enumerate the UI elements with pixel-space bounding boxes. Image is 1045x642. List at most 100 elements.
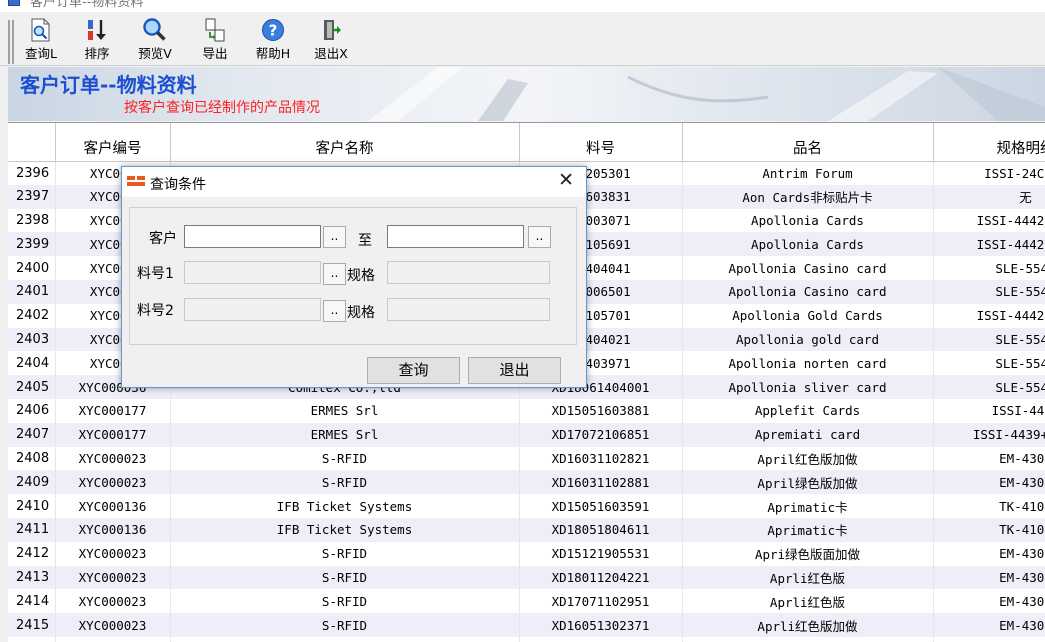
column-header[interactable]: 规格明细: [933, 123, 1045, 162]
table-cell: [170, 636, 520, 642]
part2-browse-button[interactable]: ..: [323, 300, 346, 322]
table-cell: Apollonia norten card: [682, 351, 934, 376]
export-button[interactable]: 导出: [190, 15, 240, 65]
table-cell: 2401: [8, 279, 56, 304]
close-icon[interactable]: ✕: [558, 170, 574, 190]
customer-from-input[interactable]: [184, 225, 321, 248]
spec2-input[interactable]: [387, 298, 550, 321]
table-cell: April绿色版加做: [682, 470, 934, 495]
table-cell: Apollonia Cards: [682, 208, 934, 233]
part1-input[interactable]: [184, 261, 321, 284]
window-title: 客户订单--物料资料: [30, 0, 144, 10]
toolbar: 查询L 排序 预览V 导出 ? 帮助H 退出X: [0, 12, 1045, 66]
table-cell: SLE-5542: [933, 351, 1045, 376]
table-cell: XYC000023: [55, 613, 171, 637]
spec1-label: 规格: [347, 268, 375, 284]
sort-icon: [88, 20, 106, 40]
table-cell: ISSI-4439+ISSI: [933, 422, 1045, 447]
table-cell: S-RFID: [170, 470, 520, 495]
table-row[interactable]: 2410 XYC000136 IFB Ticket Systems XD1505160…: [8, 494, 1045, 518]
table-cell: EM-4305: [933, 589, 1045, 614]
table-cell: 2406: [8, 398, 56, 423]
part2-label: 料号2: [137, 303, 174, 319]
table-cell: XD16031102821: [519, 446, 683, 471]
table-cell: Aon Cards非标贴片卡: [682, 184, 934, 209]
part1-label: 料号1: [137, 266, 174, 282]
table-row[interactable]: 2408 XYC000023 S-RFID XD16031102821 April红色版…: [8, 446, 1045, 471]
table-cell: XYC000136: [55, 517, 171, 542]
sort-button[interactable]: 排序: [72, 15, 122, 65]
part1-browse-button[interactable]: ..: [323, 263, 346, 285]
column-header[interactable]: 品名: [682, 123, 934, 162]
query-dialog: 查询条件 ✕ 客户 .. 至 .. 料号1 .. 规格 料号2 .. 规格 查询…: [121, 166, 587, 388]
customer-to-input[interactable]: [387, 225, 524, 248]
part2-input[interactable]: [184, 298, 321, 321]
header-row: 客户编号客户名称料号品名规格明细: [8, 123, 1045, 162]
dialog-exit-button[interactable]: 退出: [468, 357, 561, 384]
table-cell: 2404: [8, 351, 56, 376]
table-cell: Apremiati card: [682, 422, 934, 447]
customer-to-browse-button[interactable]: ..: [528, 226, 551, 248]
table-cell: EM-4305: [933, 565, 1045, 590]
table-cell: 2414: [8, 589, 56, 614]
table-row[interactable]: Aprli绿色版: [8, 636, 1045, 642]
table-cell: [55, 636, 171, 642]
table-cell: 2415: [8, 613, 56, 637]
table-cell: S-RFID: [170, 446, 520, 471]
table-cell: S-RFID: [170, 589, 520, 614]
table-cell: [933, 636, 1045, 642]
table-row[interactable]: 2414 XYC000023 S-RFID XD17071102951 Aprli红色版…: [8, 589, 1045, 614]
table-cell: 2411: [8, 517, 56, 542]
customer-from-browse-button[interactable]: ..: [323, 226, 346, 248]
table-row[interactable]: 2413 XYC000023 S-RFID XD18011204221 Aprli红色版…: [8, 565, 1045, 590]
toolbar-grip[interactable]: [8, 20, 14, 64]
table-cell: XYC000023: [55, 446, 171, 471]
table-cell: ISSI-4439: [933, 398, 1045, 423]
column-header[interactable]: 料号: [519, 123, 683, 162]
table-cell: 2398: [8, 208, 56, 233]
table-row[interactable]: 2411 XYC000136 IFB Ticket Systems XD1805180…: [8, 517, 1045, 542]
table-cell: Apollonia Casino card: [682, 279, 934, 304]
table-cell: XD16051302371: [519, 613, 683, 637]
table-cell: EM-4305: [933, 470, 1045, 495]
table-row[interactable]: 2415 XYC000023 S-RFID XD16051302371 Aprli红色版…: [8, 613, 1045, 637]
help-icon: ?: [262, 19, 284, 41]
dialog-titlebar[interactable]: 查询条件 ✕: [122, 167, 586, 197]
table-cell: Applefit Cards: [682, 398, 934, 423]
table-cell: EM-4305: [933, 446, 1045, 471]
table-cell: Aprli红色版: [682, 565, 934, 590]
table-cell: 2413: [8, 565, 56, 590]
table-cell: XD15051603591: [519, 494, 683, 518]
preview-button[interactable]: 预览V: [130, 15, 180, 65]
table-row[interactable]: 2409 XYC000023 S-RFID XD16031102881 April绿色版…: [8, 470, 1045, 495]
table-cell: EM-4305: [933, 613, 1045, 637]
table-cell: XYC000177: [55, 398, 171, 423]
table-cell: Apollonia sliver card: [682, 375, 934, 399]
column-header[interactable]: 客户编号: [55, 123, 171, 162]
to-label: 至: [358, 233, 372, 249]
table-cell: 2399: [8, 232, 56, 257]
query-button[interactable]: 查询L: [16, 15, 66, 65]
table-cell: Aprli红色版加做: [682, 613, 934, 637]
query-submit-button[interactable]: 查询: [367, 357, 460, 384]
column-header[interactable]: 客户名称: [170, 123, 520, 162]
exit-button[interactable]: 退出X: [306, 15, 356, 65]
table-cell: XD18011204221: [519, 565, 683, 590]
table-cell: TK-4100: [933, 517, 1045, 542]
app-icon: [8, 0, 20, 6]
table-cell: April红色版加做: [682, 446, 934, 471]
query-doc-icon: [31, 18, 50, 42]
spec2-label: 规格: [347, 305, 375, 321]
table-cell: 2407: [8, 422, 56, 447]
dialog-title: 查询条件: [150, 177, 206, 193]
table-row[interactable]: 2407 XYC000177 ERMES Srl XD17072106851 Aprem…: [8, 422, 1045, 447]
table-cell: XYC000023: [55, 470, 171, 495]
table-row[interactable]: 2406 XYC000177 ERMES Srl XD15051603881 Apple…: [8, 398, 1045, 423]
table-cell: [8, 636, 56, 642]
column-header[interactable]: [8, 123, 56, 162]
help-button[interactable]: ? 帮助H: [248, 15, 298, 65]
spec1-input[interactable]: [387, 261, 550, 284]
banner-title: 客户订单--物料资料: [20, 73, 197, 97]
table-cell: Aprimatic卡: [682, 517, 934, 542]
table-row[interactable]: 2412 XYC000023 S-RFID XD15121905531 Apri绿色版面…: [8, 541, 1045, 566]
